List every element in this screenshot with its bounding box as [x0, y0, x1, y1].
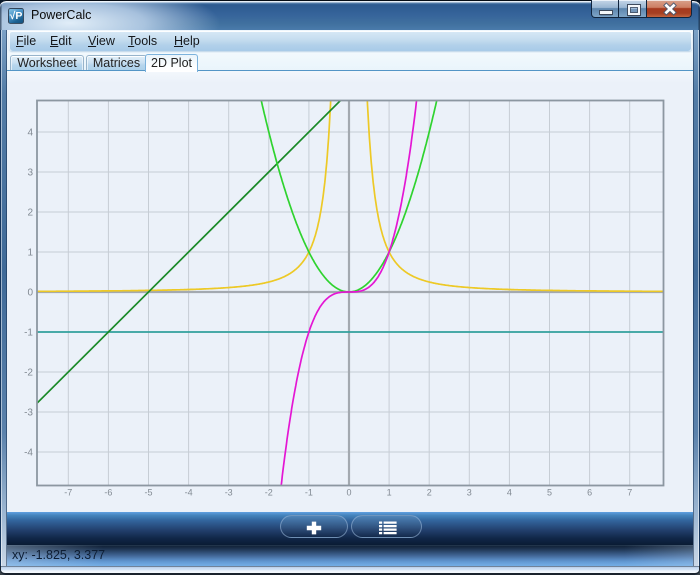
svg-text:-3: -3 [24, 408, 33, 419]
svg-text:-1: -1 [305, 487, 313, 497]
svg-text:6: 6 [587, 487, 592, 497]
svg-text:-4: -4 [24, 448, 33, 459]
svg-text:3: 3 [467, 487, 472, 497]
svg-text:4: 4 [27, 128, 33, 139]
svg-text:-2: -2 [265, 487, 273, 497]
svg-text:-5: -5 [144, 487, 152, 497]
svg-text:0: 0 [27, 288, 33, 299]
svg-text:7: 7 [627, 487, 632, 497]
svg-text:1: 1 [387, 487, 392, 497]
svg-text:-2: -2 [24, 368, 33, 379]
svg-text:-3: -3 [225, 487, 233, 497]
svg-text:4: 4 [507, 487, 512, 497]
svg-text:0: 0 [346, 487, 351, 497]
svg-text:3: 3 [27, 168, 33, 179]
svg-text:-7: -7 [64, 487, 72, 497]
svg-text:1: 1 [27, 248, 33, 259]
svg-text:2: 2 [427, 487, 432, 497]
svg-text:-6: -6 [104, 487, 112, 497]
svg-text:5: 5 [547, 487, 552, 497]
svg-text:-1: -1 [24, 328, 33, 339]
svg-text:2: 2 [27, 208, 33, 219]
svg-text:-4: -4 [185, 487, 193, 497]
